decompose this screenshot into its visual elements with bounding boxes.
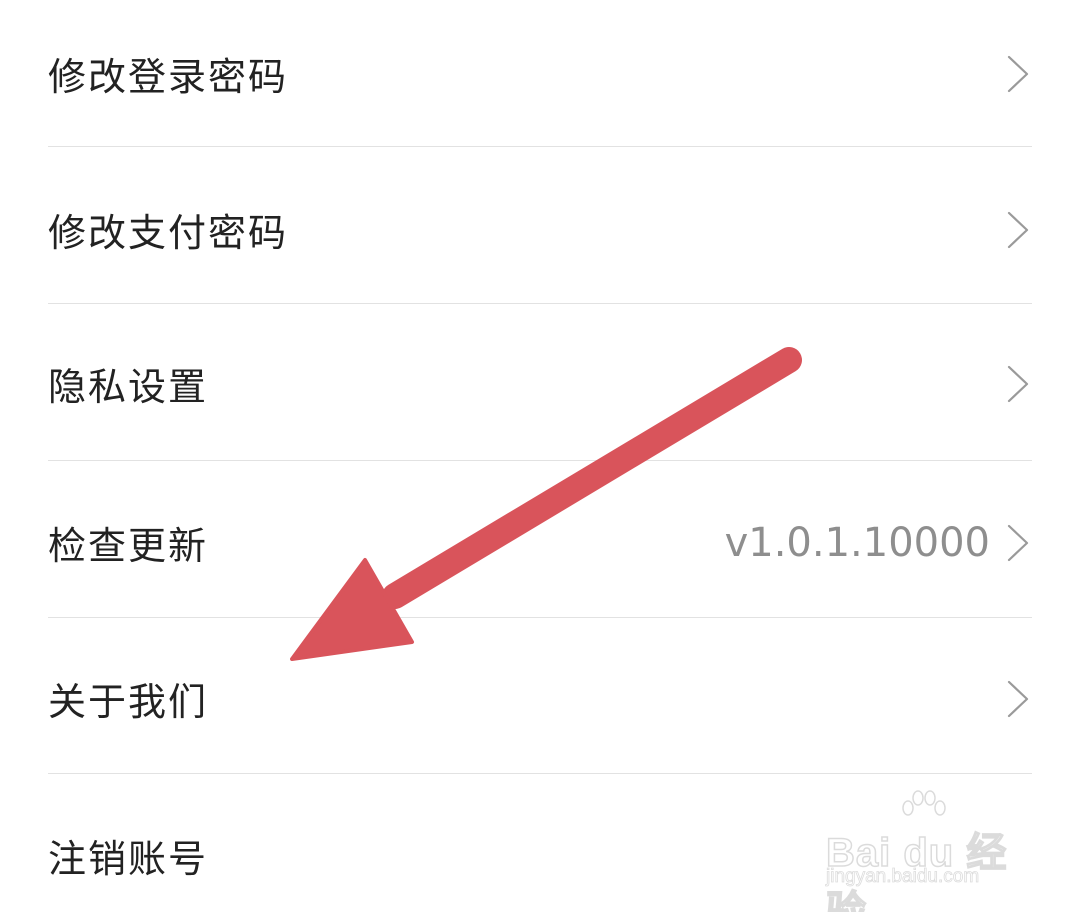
settings-item-label: 修改支付密码 (48, 211, 289, 255)
settings-item-label: 注销账号 (48, 837, 209, 881)
divider (48, 146, 1032, 147)
version-value: v1.0.1.10000 (724, 519, 990, 566)
chevron-right-icon (1004, 208, 1032, 252)
chevron-right-icon (1004, 521, 1032, 565)
settings-item-label: 检查更新 (48, 524, 209, 568)
settings-page: 修改登录密码 修改支付密码 隐私设置 检查更新 v1.0.1.10000 关于我… (0, 0, 1076, 912)
divider (48, 303, 1032, 304)
settings-item-privacy[interactable]: 隐私设置 (48, 305, 1032, 462)
settings-item-label: 关于我们 (48, 680, 209, 724)
divider (48, 773, 1032, 774)
settings-item-deactivate-account[interactable]: 注销账号 (48, 777, 1032, 912)
chevron-right-icon (1004, 52, 1032, 96)
divider (48, 617, 1032, 618)
settings-item-label: 修改登录密码 (48, 55, 289, 99)
settings-item-change-login-password[interactable]: 修改登录密码 (48, 0, 1032, 152)
divider (48, 460, 1032, 461)
chevron-right-icon (1004, 362, 1032, 406)
settings-item-label: 隐私设置 (48, 365, 209, 409)
settings-item-about-us[interactable]: 关于我们 (48, 620, 1032, 777)
chevron-right-icon (1004, 677, 1032, 721)
settings-item-change-payment-password[interactable]: 修改支付密码 (48, 151, 1032, 308)
settings-item-check-update[interactable]: 检查更新 v1.0.1.10000 (48, 464, 1032, 621)
